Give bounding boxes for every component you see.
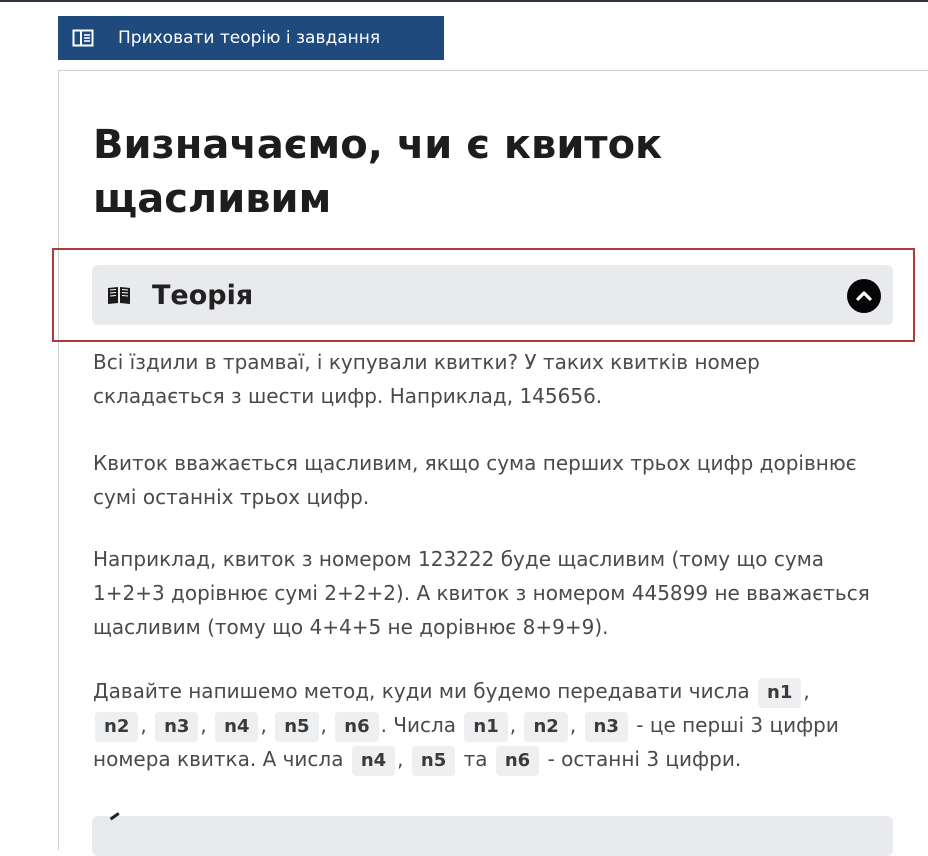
code-n6: n6 [495, 746, 540, 776]
paragraph-line: n2, n3, n4, n5, n6. Числа n1, n2, n3 - ц… [93, 708, 893, 742]
paragraph-text: номера квитка. А числа [93, 747, 344, 771]
code-n5: n5 [275, 712, 319, 742]
top-divider [0, 0, 928, 2]
comma: , [397, 747, 404, 771]
code-n1: n1 [464, 712, 508, 742]
paragraph-text: - це перші 3 цифри [636, 713, 839, 737]
comma: , [200, 713, 207, 737]
code-n4: n4 [215, 712, 259, 742]
code-n2: n2 [524, 712, 568, 742]
code-n2: n2 [95, 712, 139, 742]
code-n3: n3 [155, 712, 199, 742]
lesson-title: Визначаємо, чи є квиток щасливим [93, 122, 663, 222]
paragraph-text: . Числа [380, 713, 457, 737]
paragraph-text: - останні 3 цифри. [547, 747, 742, 771]
book-icon [106, 284, 132, 306]
theory-paragraph-1: Всі їздили в трамваї, і купували квитки?… [93, 350, 760, 408]
paragraph-line: Давайте напишемо метод, куди ми будемо п… [93, 674, 893, 708]
theory-paragraph-2: Квиток вважається щасливим, якщо сума пе… [93, 451, 857, 509]
comma: , [569, 713, 577, 737]
theory-label: Теорія [152, 279, 254, 311]
comma: , [320, 713, 327, 737]
comma: , [140, 713, 147, 737]
code-n3: n3 [584, 712, 628, 742]
code-n4: n4 [351, 746, 396, 776]
code-n1: n1 [758, 678, 802, 708]
paragraph-line: номера квитка. А числа n4, n5 та n6 - ос… [93, 742, 893, 776]
hide-theory-button[interactable]: Приховати теорію і завдання [58, 16, 444, 60]
comma: , [509, 713, 517, 737]
comma: , [803, 679, 810, 703]
theory-section-header[interactable]: Теорія [92, 265, 893, 325]
sidebar-panel-icon [72, 29, 94, 47]
paragraph-text: та [463, 747, 488, 771]
next-section-header[interactable] [92, 812, 893, 856]
theory-paragraph-4: Давайте напишемо метод, куди ми будемо п… [93, 674, 893, 776]
comma: , [260, 713, 267, 737]
chevron-up-circle-icon[interactable] [847, 279, 881, 313]
hide-theory-label: Приховати теорію і завдання [118, 28, 381, 48]
paragraph-text: Давайте напишемо метод, куди ми будемо п… [93, 679, 750, 703]
code-n6: n6 [335, 712, 379, 742]
theory-paragraph-3: Наприклад, квиток з номером 123222 буде … [93, 547, 870, 639]
code-n5: n5 [411, 746, 456, 776]
